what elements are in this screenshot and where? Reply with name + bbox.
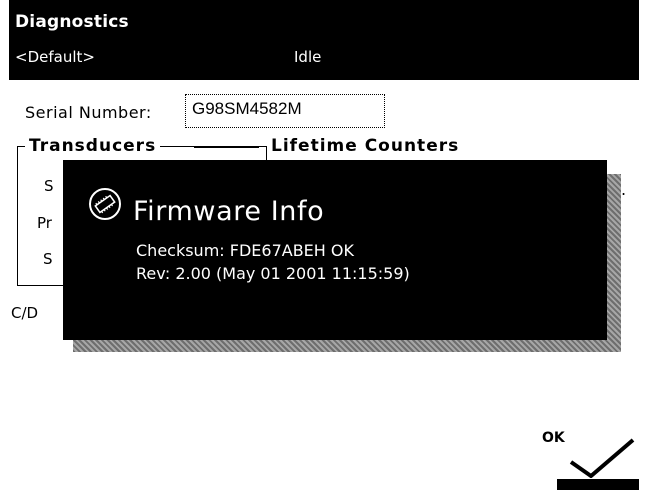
lifetime-counters-title: Lifetime Counters xyxy=(271,136,460,156)
ok-softkey-bar[interactable] xyxy=(557,479,639,490)
diagnostics-screen: Diagnostics <Default> Idle Serial Number… xyxy=(9,0,639,490)
checkmark-icon[interactable] xyxy=(567,438,639,478)
profile-label: <Default> xyxy=(15,48,95,66)
serial-number-field[interactable]: G98SM4582M xyxy=(185,94,385,128)
cd-label: C/D xyxy=(11,304,39,322)
transducer-row-label: S xyxy=(44,177,54,195)
header-bar: Diagnostics <Default> Idle xyxy=(9,0,639,80)
revision-text: Rev: 2.00 (May 01 2001 11:15:59) xyxy=(136,264,410,283)
serial-number-label: Serial Number: xyxy=(25,103,152,122)
dialog-title: Firmware Info xyxy=(133,196,325,227)
screen-title: Diagnostics xyxy=(15,12,129,32)
checksum-text: Checksum: FDE67ABEH OK xyxy=(136,241,354,260)
group-divider xyxy=(194,146,259,148)
trailing-dot: . xyxy=(621,180,627,199)
chip-icon xyxy=(89,188,121,220)
transducer-row-label: S xyxy=(43,250,53,268)
transducer-row-label: Pr xyxy=(37,214,52,232)
ok-label[interactable]: OK xyxy=(542,430,565,446)
status-text: Idle xyxy=(294,48,322,66)
firmware-info-dialog[interactable]: Firmware Info Checksum: FDE67ABEH OK Rev… xyxy=(63,160,607,340)
transducers-title: Transducers xyxy=(25,136,161,156)
